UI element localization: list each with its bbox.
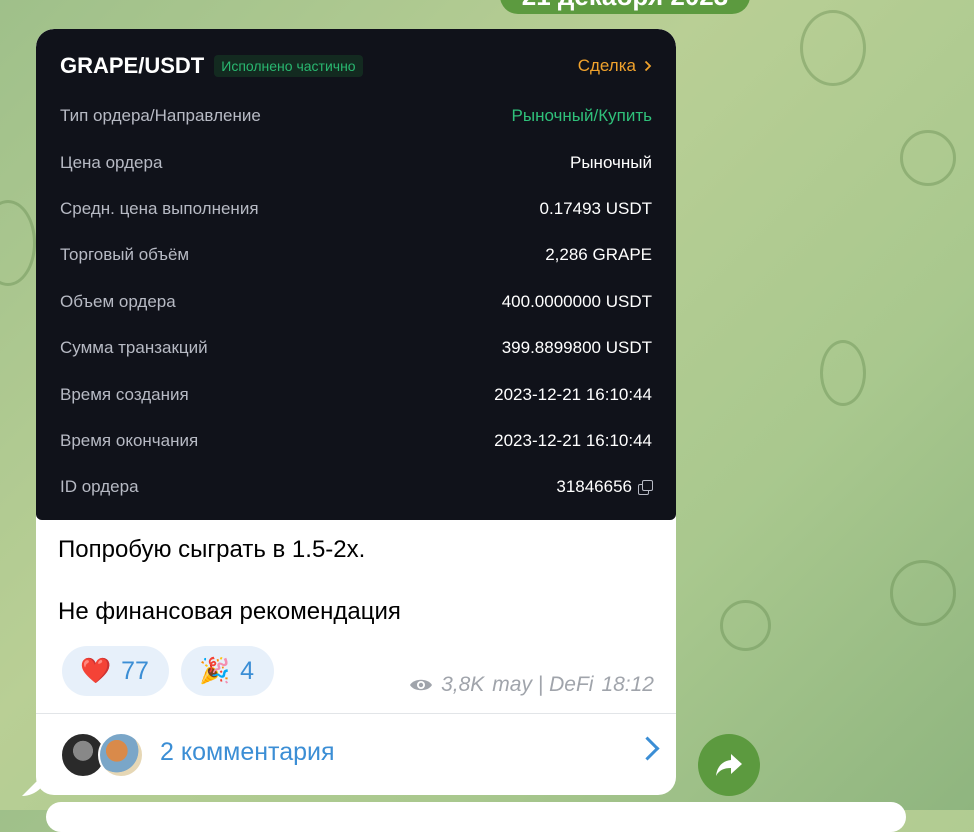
background-doodle <box>820 340 866 406</box>
eye-icon <box>410 679 433 691</box>
order-row: Цена ордера Рыночный <box>60 139 652 185</box>
order-row-label: Сумма транзакций <box>60 338 208 358</box>
order-row-label: Средн. цена выполнения <box>60 198 259 218</box>
message-line: Не финансовая рекомендация <box>58 598 401 625</box>
order-row-value: Рыночный/Купить <box>511 106 652 126</box>
avatar <box>98 732 144 778</box>
chevron-right-icon <box>635 736 660 761</box>
order-row: Тип ордера/Направление Рыночный/Купить <box>60 93 652 139</box>
order-id-value: 31846656 <box>556 477 653 497</box>
copy-icon <box>638 480 653 496</box>
comments-button[interactable]: 2 комментария <box>36 714 676 795</box>
deal-link-label: Сделка <box>577 56 636 75</box>
author-signature: may | DeFi <box>492 673 594 696</box>
order-row-value: 2023-12-21 16:10:44 <box>494 384 652 404</box>
order-row: Время окончания 2023-12-21 16:10:44 <box>60 418 652 464</box>
order-row-value: 2,286 GRAPE <box>545 245 652 265</box>
order-row-label: Объем ордера <box>60 291 176 311</box>
background-doodle <box>900 130 956 186</box>
order-details: Тип ордера/Направление Рыночный/Купить Ц… <box>60 93 653 511</box>
order-row-label: Время окончания <box>60 430 199 450</box>
order-card-header: GRAPE/USDT Исполнено частично Сделка <box>60 51 652 81</box>
message-time: 18:12 <box>601 673 654 696</box>
date-pill: 21 декабря 2023 <box>500 0 750 14</box>
reaction-count: 4 <box>240 656 254 685</box>
view-count: 3,8K <box>441 673 485 696</box>
background-doodle <box>720 600 771 651</box>
order-row-value: Рыночный <box>570 152 652 172</box>
order-row-label: Торговый объём <box>60 245 190 265</box>
background-doodle <box>0 200 36 286</box>
next-message-bubble <box>46 802 906 832</box>
order-row: Средн. цена выполнения 0.17493 USDT <box>60 186 652 232</box>
deal-link: Сделка <box>578 56 652 76</box>
order-id-text: 31846656 <box>556 477 632 497</box>
order-row-label: ID ордера <box>60 477 139 497</box>
background-doodle <box>800 10 866 86</box>
background-doodle <box>890 560 956 626</box>
order-row-value: 0.17493 USDT <box>539 198 652 218</box>
reactions: ❤️ 77 🎉 4 <box>62 646 274 696</box>
share-button[interactable] <box>698 734 760 796</box>
party-popper-icon: 🎉 <box>198 656 231 685</box>
order-row: ID ордера 31846656 <box>60 464 653 510</box>
order-row: Торговый объём 2,286 GRAPE <box>60 232 652 278</box>
order-row-value: 2023-12-21 16:10:44 <box>494 430 652 450</box>
order-row: Сумма транзакций 399.8899800 USDT <box>60 325 652 371</box>
reaction-party[interactable]: 🎉 4 <box>180 646 274 696</box>
order-row-label: Цена ордера <box>60 152 163 172</box>
heart-icon: ❤️ <box>80 656 112 685</box>
order-row-label: Время создания <box>60 384 189 404</box>
message-meta: 3,8K may | DeFi 18:12 <box>409 673 654 697</box>
reaction-count: 77 <box>121 656 149 685</box>
order-card-image[interactable]: GRAPE/USDT Исполнено частично Сделка Тип… <box>36 29 676 520</box>
order-row: Время создания 2023-12-21 16:10:44 <box>60 371 652 417</box>
message-line: Попробую сыграть в 1.5-2х. <box>58 536 366 563</box>
message-text: Попробую сыграть в 1.5-2х. Не финансовая… <box>58 535 401 627</box>
order-row-label: Тип ордера/Направление <box>60 106 261 126</box>
trading-pair: GRAPE/USDT <box>60 53 205 78</box>
message-bubble: GRAPE/USDT Исполнено частично Сделка Тип… <box>36 29 676 795</box>
order-row-value: 400.0000000 USDT <box>501 291 652 311</box>
share-arrow-icon <box>716 754 742 776</box>
order-row-value: 399.8899800 USDT <box>501 338 652 358</box>
order-status-badge: Исполнено частично <box>214 55 363 77</box>
comments-label: 2 комментария <box>160 738 335 766</box>
chevron-right-icon <box>644 60 652 72</box>
reaction-heart[interactable]: ❤️ 77 <box>62 646 169 696</box>
order-row: Объем ордера 400.0000000 USDT <box>60 279 652 325</box>
